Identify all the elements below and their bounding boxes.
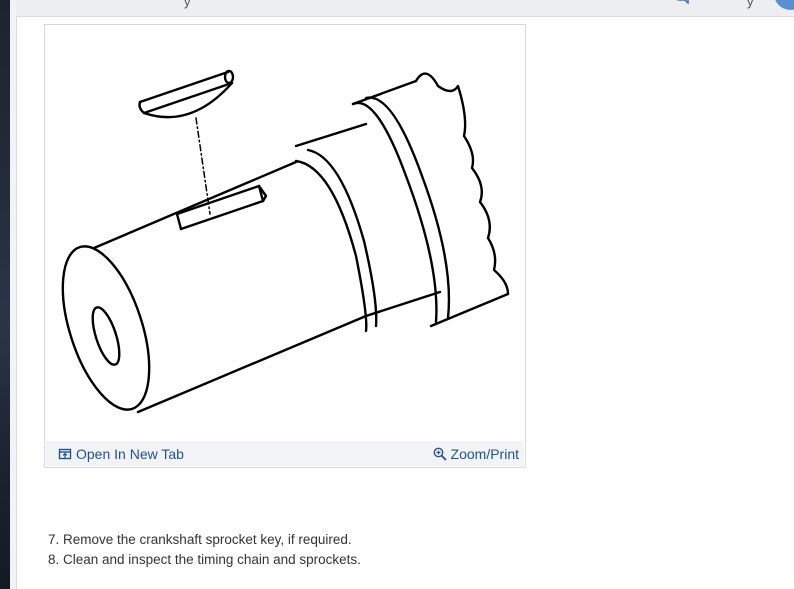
top-bar-text-fragment-right: y <box>747 0 754 9</box>
top-bar: y y <box>16 0 794 17</box>
window-frame <box>10 0 17 589</box>
figure-toolbar: Open In New Tab Zoom/Print <box>46 441 524 466</box>
step-7: 7. Remove the crankshaft sprocket key, i… <box>48 532 352 547</box>
zoom-print-link[interactable]: Zoom/Print <box>433 446 519 462</box>
crankshaft-sprocket-key-diagram <box>61 69 510 414</box>
open-in-new-tab-icon <box>58 448 72 460</box>
zoom-in-icon <box>433 447 447 461</box>
open-in-new-tab-link[interactable]: Open In New Tab <box>58 446 184 462</box>
open-in-new-tab-label: Open In New Tab <box>76 446 184 462</box>
avatar[interactable] <box>774 0 794 10</box>
chat-icon[interactable] <box>676 0 690 4</box>
window-edge <box>0 0 10 589</box>
figure-card: Open In New Tab Zoom/Print <box>44 24 526 468</box>
procedure-steps: 7. Remove the crankshaft sprocket key, i… <box>48 530 361 570</box>
top-bar-text-fragment: y <box>184 0 191 9</box>
zoom-print-label: Zoom/Print <box>450 446 519 462</box>
step-8: 8. Clean and inspect the timing chain an… <box>48 552 361 567</box>
